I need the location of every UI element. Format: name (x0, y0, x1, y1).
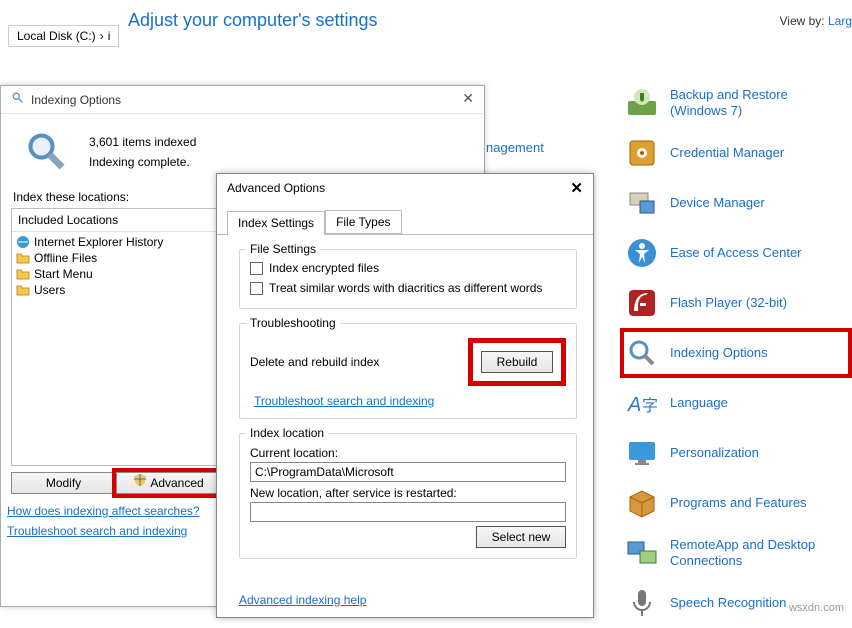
viewby-control[interactable]: View by: Larg (779, 14, 852, 28)
viewby-label: View by: (779, 14, 824, 28)
chevron-right-icon: › (100, 29, 104, 43)
checkbox-icon (250, 282, 263, 295)
cp-item-backup[interactable]: Backup and Restore (Windows 7) (620, 78, 852, 128)
box-icon (626, 487, 658, 519)
control-panel-list: Backup and Restore (Windows 7) Credentia… (620, 78, 852, 628)
index-status: Indexing complete. (89, 152, 196, 172)
cp-item-label: Personalization (670, 445, 759, 461)
microphone-icon (626, 587, 658, 619)
advanced-button[interactable]: Advanced (116, 472, 221, 494)
breadcrumb[interactable]: Local Disk (C:) › i (8, 25, 119, 47)
new-location-input[interactable] (250, 502, 566, 522)
magnifier-icon (626, 337, 658, 369)
checkbox-encrypted[interactable]: Index encrypted files (250, 258, 566, 278)
troubleshoot-link[interactable]: Troubleshoot search and indexing (250, 386, 566, 408)
breadcrumb-part: Local Disk (C:) (17, 29, 96, 43)
cp-item-indexing[interactable]: Indexing Options (620, 328, 852, 378)
tab-index-settings[interactable]: Index Settings (227, 211, 325, 235)
cp-item-flash[interactable]: Flash Player (32-bit) (620, 278, 852, 328)
page-title: Adjust your computer's settings (128, 10, 378, 31)
advanced-label: Advanced (150, 473, 203, 493)
svg-text:字: 字 (642, 397, 658, 415)
cp-item-label: Flash Player (32-bit) (670, 295, 787, 311)
index-location-group: Index location Current location: New loc… (239, 433, 577, 559)
cp-item-ease[interactable]: Ease of Access Center (620, 228, 852, 278)
shield-icon (133, 473, 147, 493)
delete-rebuild-label: Delete and rebuild index (250, 355, 379, 369)
monitor-icon (626, 437, 658, 469)
backup-icon (626, 87, 658, 119)
cp-item-label: Speech Recognition (670, 595, 786, 611)
ie-icon (16, 235, 30, 249)
safe-icon (626, 137, 658, 169)
current-location-input[interactable] (250, 462, 566, 482)
rebuild-button[interactable]: Rebuild (481, 351, 553, 373)
window-titlebar[interactable]: Advanced Options ✕ (217, 174, 593, 202)
cp-item-label: Indexing Options (670, 345, 768, 361)
device-icon (626, 187, 658, 219)
language-icon: A字 (626, 387, 658, 419)
watermark: wsxdn.com (789, 602, 844, 614)
viewby-value: Larg (828, 14, 852, 28)
breadcrumb-part: i (108, 29, 111, 43)
file-settings-group: File Settings Index encrypted files Trea… (239, 249, 577, 309)
window-title: Advanced Options (227, 181, 325, 195)
folder-icon (16, 283, 30, 297)
cp-item-label: Device Manager (670, 195, 765, 211)
cp-item-label: Credential Manager (670, 145, 784, 161)
advanced-options-window: Advanced Options ✕ Index Settings File T… (216, 173, 594, 618)
group-title: File Settings (246, 242, 320, 256)
troubleshooting-group: Troubleshooting Delete and rebuild index… (239, 323, 577, 419)
advanced-help-link[interactable]: Advanced indexing help (239, 593, 366, 607)
cp-item-credential[interactable]: Credential Manager (620, 128, 852, 178)
checkbox-icon (250, 262, 263, 275)
cp-item-language[interactable]: A字 Language (620, 378, 852, 428)
highlight: Rebuild (468, 338, 566, 386)
new-location-label: New location, after service is restarted… (250, 482, 566, 502)
cp-item-remoteapp[interactable]: RemoteApp and Desktop Connections (620, 528, 852, 578)
window-title: Indexing Options (31, 93, 121, 107)
partial-text: nagement (486, 140, 544, 155)
cp-item-label: Backup and Restore (Windows 7) (670, 87, 844, 118)
modify-button[interactable]: Modify (11, 472, 116, 494)
folder-icon (16, 251, 30, 265)
remote-icon (626, 537, 658, 569)
cp-item-label: RemoteApp and Desktop Connections (670, 537, 844, 568)
current-location-label: Current location: (250, 442, 566, 462)
ease-icon (626, 237, 658, 269)
cp-item-programs[interactable]: Programs and Features (620, 478, 852, 528)
folder-icon (16, 267, 30, 281)
close-icon[interactable]: ✕ (462, 90, 474, 107)
svg-text:A: A (627, 394, 641, 416)
cp-item-label: Language (670, 395, 728, 411)
cp-item-device[interactable]: Device Manager (620, 178, 852, 228)
close-icon[interactable]: ✕ (570, 179, 583, 197)
tab-file-types[interactable]: File Types (325, 210, 401, 234)
cp-item-label: Ease of Access Center (670, 245, 802, 261)
index-count: 3,601 items indexed (89, 132, 196, 152)
cp-item-personalization[interactable]: Personalization (620, 428, 852, 478)
select-new-button[interactable]: Select new (476, 526, 566, 548)
window-titlebar[interactable]: Indexing Options ✕ (1, 86, 484, 114)
flash-icon (626, 287, 658, 319)
group-title: Index location (246, 426, 328, 440)
magnifier-icon (11, 91, 25, 108)
magnifier-icon (25, 130, 69, 174)
checkbox-diacritics[interactable]: Treat similar words with diacritics as d… (250, 278, 566, 298)
cp-item-label: Programs and Features (670, 495, 807, 511)
group-title: Troubleshooting (246, 316, 340, 330)
